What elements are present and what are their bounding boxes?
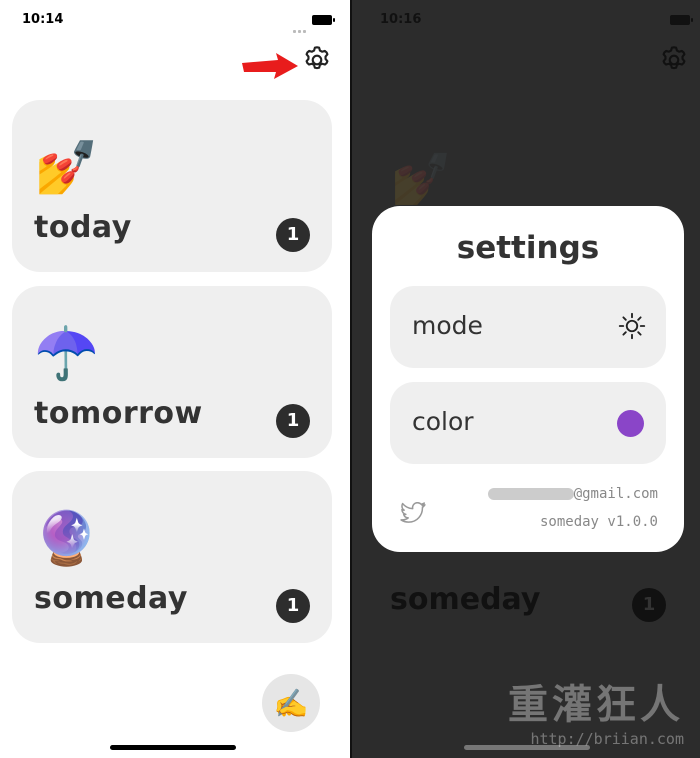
- twitter-icon[interactable]: [400, 502, 426, 524]
- count-badge: 1: [276, 404, 310, 438]
- contact-email[interactable]: @gmail.com: [487, 486, 658, 502]
- sun-icon[interactable]: [618, 312, 646, 340]
- mode-label: mode: [412, 311, 483, 340]
- list-card-tomorrow[interactable]: ☂️ tomorrow 1: [12, 286, 332, 458]
- card-title: someday: [34, 581, 188, 616]
- count-badge: 1: [632, 588, 666, 622]
- write-button[interactable]: ✍️: [262, 674, 320, 732]
- card-title: today: [34, 210, 132, 245]
- card-title: someday: [390, 582, 541, 617]
- list-card-someday[interactable]: 🔮 someday 1: [12, 471, 332, 643]
- settings-screen: 10:16 💅 someday 1 settings mode color @g…: [352, 0, 700, 758]
- list-card-today[interactable]: 💅 today 1: [12, 100, 332, 272]
- writing-hand-icon: ✍️: [273, 686, 309, 720]
- red-arrow-icon: [242, 53, 298, 79]
- mode-row[interactable]: mode: [390, 286, 666, 368]
- watermark-url: http://briian.com: [530, 730, 684, 748]
- color-row[interactable]: color: [390, 382, 666, 464]
- app-version: someday v1.0.0: [539, 514, 658, 530]
- status-time: 10:14: [22, 12, 64, 27]
- color-label: color: [412, 407, 474, 436]
- count-badge: 1: [276, 589, 310, 623]
- nail-polish-icon: 💅: [34, 138, 99, 198]
- settings-modal: settings mode color @gmail.com someday v…: [372, 206, 684, 552]
- color-swatch[interactable]: [617, 410, 644, 437]
- status-time: 10:16: [380, 12, 422, 27]
- gear-icon[interactable]: [658, 44, 690, 76]
- nail-polish-icon: 💅: [390, 150, 453, 208]
- home-screen: 10:14 💅 today 1 ☂️ tomorrow 1 🔮 someday …: [0, 0, 350, 758]
- signal-icon: [291, 18, 306, 37]
- watermark: 重灌狂人 http://briian.com: [508, 672, 684, 748]
- card-title: tomorrow: [34, 396, 203, 431]
- home-indicator[interactable]: [110, 745, 236, 750]
- watermark-text: 重灌狂人: [508, 682, 684, 728]
- umbrella-icon: ☂️: [34, 324, 99, 384]
- count-badge: 1: [276, 218, 310, 252]
- redacted-text: [487, 488, 574, 500]
- battery-icon: [312, 15, 335, 25]
- battery-icon: [670, 15, 693, 25]
- modal-title: settings: [456, 230, 600, 266]
- crystal-ball-icon: 🔮: [34, 509, 99, 569]
- gear-icon[interactable]: [301, 44, 333, 76]
